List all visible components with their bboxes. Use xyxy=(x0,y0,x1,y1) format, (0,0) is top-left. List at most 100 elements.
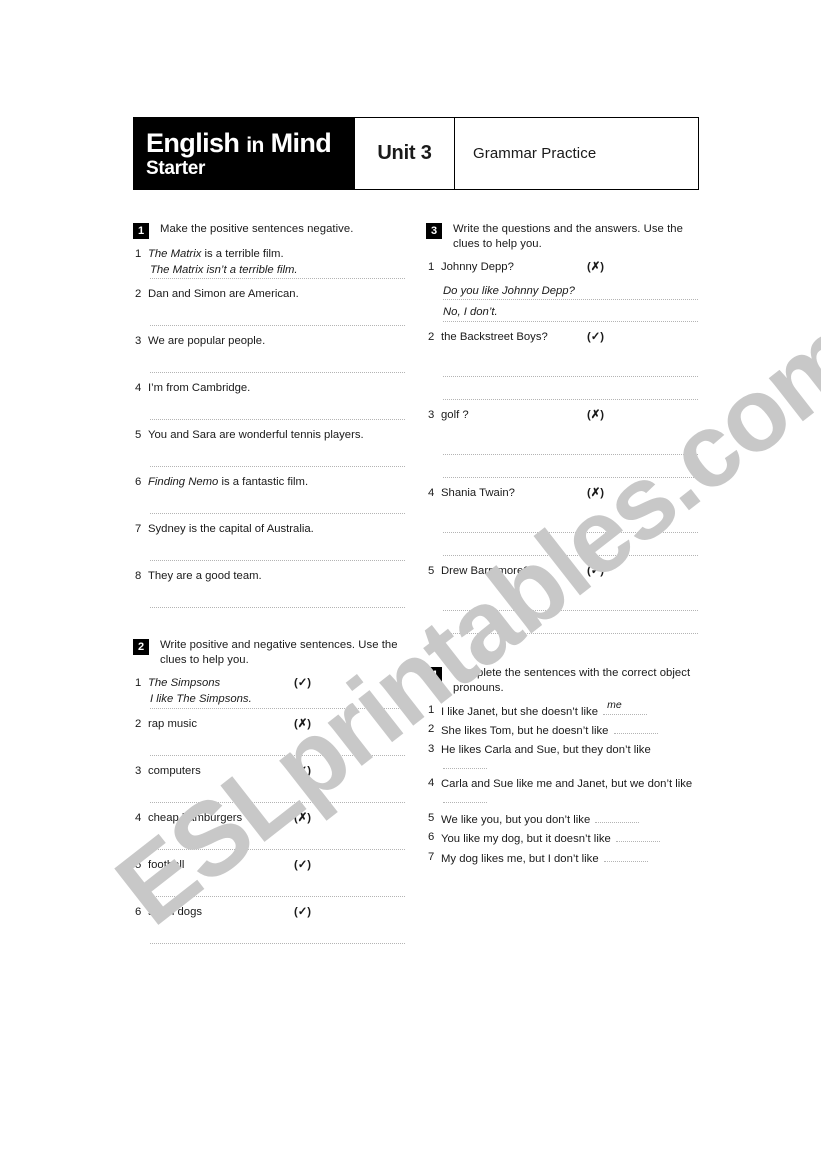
item-text: football xyxy=(148,858,185,871)
item-number: 5 xyxy=(428,811,435,824)
clue-symbol: (✓) xyxy=(294,858,311,871)
item-number: 4 xyxy=(428,486,435,499)
item-clue-marker: (✗) xyxy=(587,486,604,499)
exercise-4: 4 Complete the sentences with the correct… xyxy=(426,666,698,867)
answer-line-question-filled[interactable]: Do you like Johnny Depp? xyxy=(443,284,698,301)
answer-line-blank[interactable] xyxy=(150,311,405,327)
item-row: 5 football (✓) xyxy=(133,858,405,874)
answer-line-blank[interactable] xyxy=(150,788,405,803)
list-item: 5 Drew Barrymore? (✓) xyxy=(426,564,698,642)
answer-line-blank[interactable] xyxy=(150,546,405,562)
pronoun-blank[interactable]: me xyxy=(603,699,648,715)
item-text: Shania Twain? xyxy=(441,486,515,499)
exercise-items: 1 I like Janet, but she doesn’t like me 2 S… xyxy=(426,699,698,867)
list-item: 1 The Simpsons (✓) I like The Simpsons. xyxy=(133,676,405,716)
item-spacer xyxy=(133,709,405,717)
brand-word-english: English xyxy=(146,128,240,159)
item-number: 3 xyxy=(135,764,142,777)
item-number: 7 xyxy=(135,523,142,536)
exercise-head: 1 Make the positive sentences negative. xyxy=(133,222,405,239)
item-row: 6 You like my dog, but it doesn’t like xyxy=(426,831,698,847)
item-clue-marker: (✓) xyxy=(294,905,311,918)
answer-line-response-filled[interactable]: No, I don’t. xyxy=(443,305,698,322)
item-number: 1 xyxy=(428,703,435,716)
item-text: I like Janet, but she doesn’t like me xyxy=(441,699,698,720)
item-number: 2 xyxy=(135,288,142,301)
answer-line-question-blank[interactable] xyxy=(443,596,698,611)
worksheet-header: English in Mind Starter Unit 3 Grammar P… xyxy=(133,117,699,190)
pronoun-blank[interactable] xyxy=(443,758,487,769)
clue-symbol: (✗) xyxy=(587,408,604,421)
clue-symbol: (✗) xyxy=(294,811,311,824)
item-number: 4 xyxy=(135,382,142,395)
answer-line-blank[interactable] xyxy=(150,405,405,421)
answer-line-response-blank[interactable] xyxy=(443,385,698,400)
item-number: 3 xyxy=(428,742,435,755)
exercise-number-badge: 4 xyxy=(426,666,442,683)
item-spacer xyxy=(426,556,698,564)
list-item: 1 The Matrix is a terrible film. The Matri… xyxy=(133,247,405,287)
answer-line-blank[interactable] xyxy=(150,452,405,468)
item-clue-marker: (✓) xyxy=(587,564,604,577)
item-number: 4 xyxy=(428,777,435,790)
list-item: 3 computers (✓) xyxy=(133,764,405,811)
answer-line-response-blank[interactable] xyxy=(443,541,698,556)
answer-line-blank[interactable] xyxy=(150,929,405,944)
item-row: 3 He likes Carla and Sue, but they don’t … xyxy=(426,743,698,774)
item-number: 3 xyxy=(135,335,142,348)
item-number: 5 xyxy=(135,858,142,871)
item-row: 3 golf ? (✗) xyxy=(426,408,698,424)
item-spacer xyxy=(133,756,405,764)
answer-line-blank[interactable] xyxy=(150,835,405,850)
item-text: Sydney is the capital of Australia. xyxy=(148,523,314,536)
exercise-instruction: Make the positive sentences negative. xyxy=(160,223,354,235)
item-spacer xyxy=(426,322,698,330)
item-row: 1 The Matrix is a terrible film. xyxy=(133,247,405,263)
unit-cell: Unit 3 xyxy=(355,118,455,189)
answer-line-question-blank[interactable] xyxy=(443,440,698,455)
answer-line-response-blank[interactable] xyxy=(443,619,698,634)
answer-line-blank[interactable] xyxy=(150,882,405,897)
item-clue-marker: (✗) xyxy=(587,260,604,273)
item-row: 5 We like you, but you don’t like xyxy=(426,812,698,828)
pronoun-blank[interactable] xyxy=(615,831,660,843)
item-number: 5 xyxy=(135,429,142,442)
item-text: Carla and Sue like me and Janet, but we … xyxy=(441,777,698,808)
pronoun-blank[interactable] xyxy=(595,812,640,823)
clue-symbol: (✓) xyxy=(587,330,604,343)
list-item: 4 cheap hamburgers (✗) xyxy=(133,811,405,858)
item-spacer xyxy=(133,326,405,334)
clue-symbol: (✓) xyxy=(294,677,311,690)
pronoun-blank[interactable] xyxy=(443,792,487,804)
answer-line-filled[interactable]: The Matrix isn’t a terrible film. xyxy=(150,263,405,280)
item-spacer xyxy=(133,467,405,475)
item-number: 6 xyxy=(428,831,435,844)
list-item: 4 Shania Twain? (✗) xyxy=(426,486,698,564)
item-row: 6 Finding Nemo is a fantastic film. xyxy=(133,475,405,491)
answer-line-filled[interactable]: I like The Simpsons. xyxy=(150,692,405,709)
item-row: 7 My dog likes me, but I don’t like xyxy=(426,851,698,867)
answer-line-question-blank[interactable] xyxy=(443,518,698,533)
pronoun-blank[interactable] xyxy=(613,723,658,735)
exercise-instruction: Write the questions and the answers. Use… xyxy=(453,223,683,250)
item-row: 2 Dan and Simon are American. xyxy=(133,287,405,303)
item-text: rap music xyxy=(148,717,197,730)
item-spacer xyxy=(426,276,698,284)
answer-line-blank[interactable] xyxy=(150,358,405,374)
item-spacer xyxy=(426,580,698,588)
exercise-1: 1 Make the positive sentences negative. 1 T… xyxy=(133,222,405,616)
answer-line-question-blank[interactable] xyxy=(443,362,698,377)
answer-line-blank[interactable] xyxy=(150,499,405,515)
exercise-2: 2 Write positive and negative sentences. … xyxy=(133,638,405,951)
answer-line-response-blank[interactable] xyxy=(443,463,698,478)
pronoun-blank[interactable] xyxy=(603,851,648,862)
answer-line-blank[interactable] xyxy=(150,741,405,756)
answer-line-blank[interactable] xyxy=(150,593,405,609)
item-clue-marker: (✗) xyxy=(294,811,311,824)
item-row: 3 We are popular people. xyxy=(133,334,405,350)
exercise-head: 3 Write the questions and the answers. Us… xyxy=(426,222,698,252)
item-text: Drew Barrymore? xyxy=(441,564,530,577)
item-spacer xyxy=(426,634,698,642)
list-item: 7 Sydney is the capital of Australia. xyxy=(133,522,405,569)
brand-word-in: in xyxy=(246,134,264,158)
